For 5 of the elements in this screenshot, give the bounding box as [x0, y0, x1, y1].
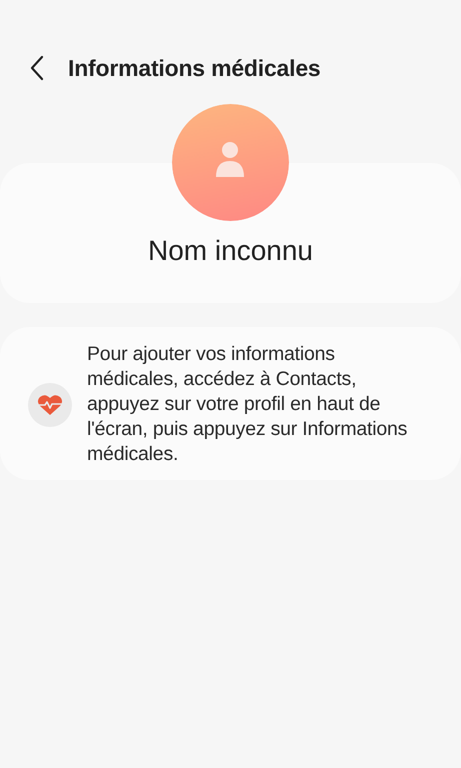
avatar-icon	[172, 104, 289, 221]
contact-name: Nom inconnu	[148, 235, 313, 266]
page-title: Informations médicales	[68, 54, 321, 82]
back-icon[interactable]	[28, 54, 46, 82]
instruction-text: Pour ajouter vos informations médicales, accédez à Contacts, appuyez sur votre profil en haut de l'écran, puis appuyez sur Informations médicales.	[87, 342, 408, 467]
